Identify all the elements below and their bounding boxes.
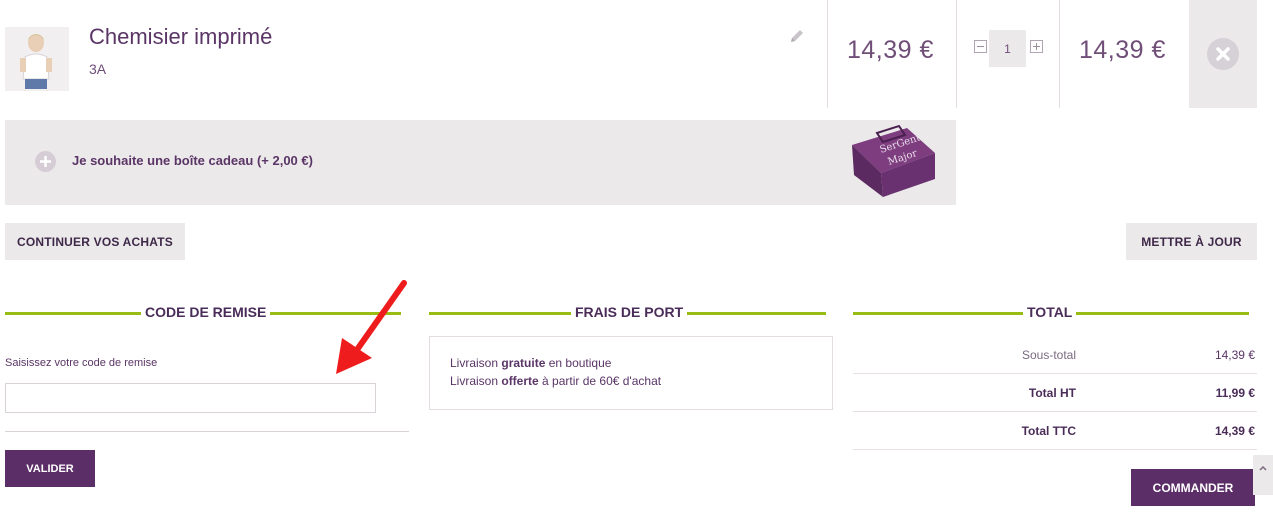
- edit-pencil-icon[interactable]: [788, 28, 806, 46]
- child-photo: [5, 27, 69, 91]
- discount-code-input[interactable]: [5, 383, 376, 413]
- unit-price: 14,39 €: [847, 36, 934, 64]
- subtotal-label: Sous-total: [1021, 348, 1076, 362]
- column-divider: [956, 0, 957, 108]
- shipping-info-box: Livraison gratuite en boutique Livraison…: [429, 336, 833, 410]
- total-ht-label: Total HT: [1028, 386, 1076, 400]
- quantity-input[interactable]: 1: [989, 30, 1026, 67]
- gift-box-image: SerGent Major: [847, 123, 942, 201]
- remove-item-icon[interactable]: [1207, 38, 1239, 70]
- scroll-to-top-button[interactable]: [1253, 455, 1273, 495]
- total-ttc-label: Total TTC: [1021, 424, 1076, 438]
- totals-section-title: TOTAL: [1023, 304, 1077, 320]
- line-total-price: 14,39 €: [1079, 36, 1166, 64]
- shipping-section-title: FRAIS DE PORT: [571, 304, 688, 320]
- chevron-up-icon: [1259, 465, 1267, 471]
- total-ht-value: 11,99 €: [1215, 386, 1255, 400]
- total-ht-row: Total HT 11,99 €: [853, 374, 1257, 412]
- order-button[interactable]: COMMANDER: [1131, 469, 1255, 506]
- discount-section-title: CODE DE REMISE: [141, 304, 271, 320]
- validate-discount-button[interactable]: VALIDER: [5, 450, 95, 487]
- product-thumbnail[interactable]: [5, 27, 69, 91]
- gift-box-label[interactable]: Je souhaite une boîte cadeau (+ 2,00 €): [72, 153, 313, 168]
- subtotal-value: 14,39 €: [1214, 348, 1255, 362]
- subtotal-row: Sous-total 14,39 €: [853, 336, 1257, 374]
- quantity-plus-button[interactable]: [1030, 40, 1043, 53]
- shipping-line-store: Livraison gratuite en boutique: [450, 356, 612, 370]
- add-gift-box-icon[interactable]: [35, 151, 56, 172]
- divider: [5, 431, 409, 432]
- total-ttc-row: Total TTC 14,39 €: [853, 412, 1257, 450]
- column-divider: [1059, 0, 1060, 108]
- continue-shopping-button[interactable]: CONTINUER VOS ACHATS: [5, 223, 185, 260]
- discount-field-label: Saisissez votre code de remise: [5, 357, 158, 369]
- red-arrow-annotation: [330, 278, 410, 378]
- shipping-line-free-threshold: Livraison offerte à partir de 60€ d'acha…: [450, 374, 662, 388]
- product-name[interactable]: Chemisier imprimé: [89, 24, 272, 50]
- product-size: 3A: [89, 61, 107, 77]
- total-ttc-value: 14,39 €: [1214, 424, 1255, 438]
- quantity-minus-button[interactable]: [974, 40, 987, 53]
- update-cart-button[interactable]: METTRE À JOUR: [1126, 223, 1257, 260]
- column-divider: [827, 0, 828, 108]
